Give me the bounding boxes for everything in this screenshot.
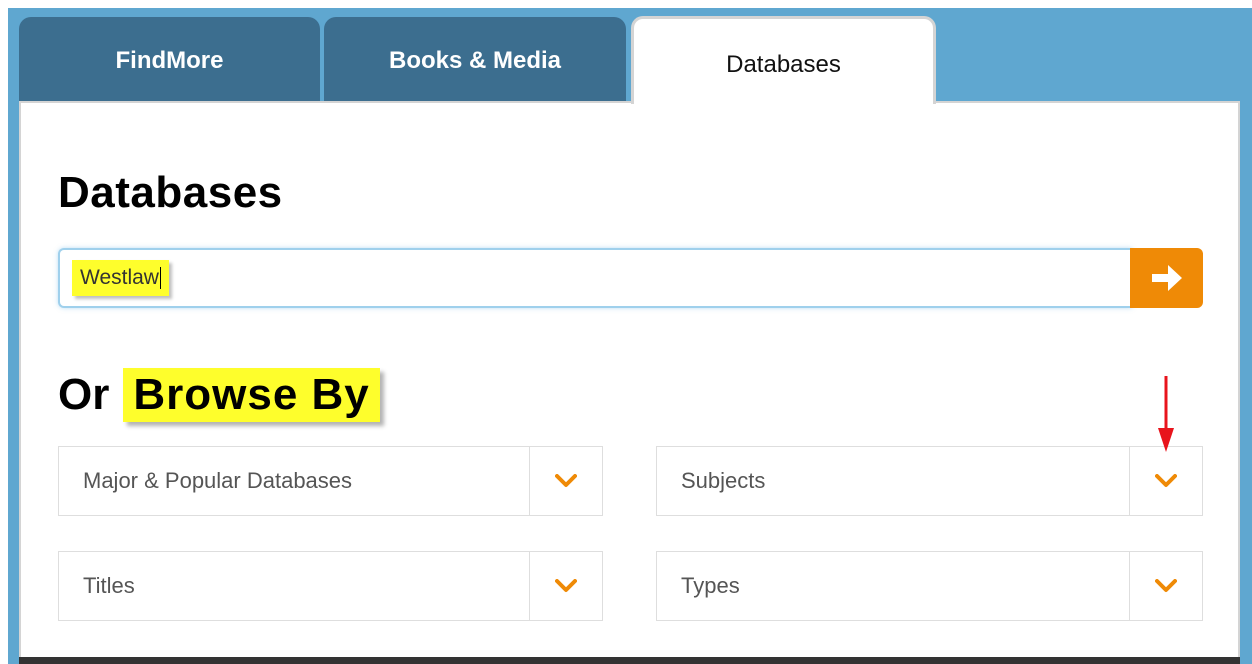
dropdown-label: Subjects <box>681 468 766 493</box>
browse-highlight: Browse By <box>123 368 380 422</box>
chevron-down-icon <box>555 579 577 592</box>
tab-books-media[interactable]: Books & Media <box>324 17 626 103</box>
dropdown-label: Types <box>681 573 740 598</box>
dropdown-toggle[interactable] <box>529 447 602 515</box>
dropdown-toggle[interactable] <box>1129 552 1202 620</box>
browse-prefix: Or <box>58 370 110 419</box>
tab-label: FindMore <box>115 47 224 74</box>
chevron-down-icon <box>1155 579 1177 592</box>
database-search: Westlaw <box>58 248 1203 308</box>
dropdown-toggle[interactable] <box>1129 447 1202 515</box>
search-input-value: Westlaw <box>72 260 169 296</box>
browse-types-dropdown[interactable]: Types <box>656 551 1203 621</box>
text-caret <box>159 267 161 290</box>
bottom-bar <box>19 657 1240 664</box>
dropdown-label: Major & Popular Databases <box>83 468 353 493</box>
page-title: Databases <box>58 168 283 217</box>
browse-subjects-dropdown[interactable]: Subjects <box>656 446 1203 516</box>
tab-label: Books & Media <box>388 47 562 74</box>
arrow-right-icon <box>1151 265 1182 291</box>
tab-label: Databases <box>726 51 841 78</box>
chevron-down-icon <box>555 474 577 487</box>
annotation-arrow-icon <box>1158 376 1174 452</box>
browse-titles-dropdown[interactable]: Titles <box>58 551 603 621</box>
tab-findmore[interactable]: FindMore <box>19 17 320 103</box>
browse-heading: Or Browse By <box>58 368 380 422</box>
dropdown-label: Titles <box>83 573 135 598</box>
search-submit-button[interactable] <box>1130 248 1203 308</box>
search-input[interactable]: Westlaw <box>58 248 1132 308</box>
tab-databases[interactable]: Databases <box>631 16 936 104</box>
chevron-down-icon <box>1155 474 1177 487</box>
browse-major-popular-dropdown[interactable]: Major & Popular Databases <box>58 446 603 516</box>
dropdown-toggle[interactable] <box>529 552 602 620</box>
